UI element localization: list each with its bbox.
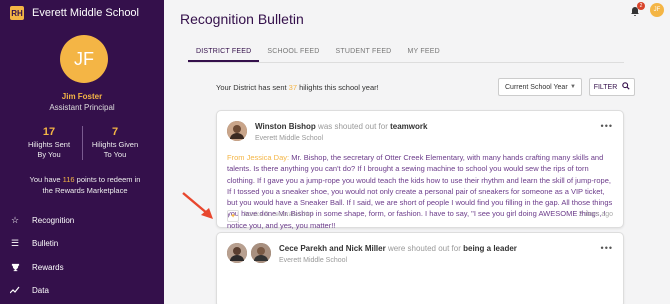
- header-avatar[interactable]: JF: [650, 3, 664, 17]
- sidebar: RH Everett Middle School JF Jim Foster A…: [0, 0, 164, 304]
- select-value: Current School Year: [505, 83, 568, 91]
- brand[interactable]: RH Everett Middle School: [0, 0, 164, 26]
- post-card: Cece Parekh and Nick Miller were shouted…: [216, 232, 624, 304]
- more-options-icon[interactable]: •••: [601, 243, 613, 253]
- post-author: From Jessica Day:: [227, 153, 290, 162]
- post-body: From Jessica Day: Mr. Bishop, the secret…: [227, 153, 613, 230]
- profile-avatar[interactable]: JF: [60, 35, 108, 83]
- nav-item-rewards[interactable]: Rewards: [0, 257, 164, 277]
- avatar[interactable]: [251, 243, 271, 263]
- nav-label: Data: [32, 285, 49, 295]
- celebration-note: Jessica D. celebrated this!: [243, 212, 314, 218]
- trend-icon: [10, 285, 20, 295]
- avatar[interactable]: [227, 121, 247, 141]
- avatar[interactable]: [227, 243, 247, 263]
- search-icon: [622, 82, 630, 92]
- school-year-select[interactable]: Current School Year ▼: [498, 78, 582, 96]
- stat-value: 17: [42, 126, 56, 138]
- recognition-category: being a leader: [463, 244, 517, 253]
- nav-label: Bulletin: [32, 238, 59, 248]
- recipient-name[interactable]: Winston Bishop: [255, 122, 316, 131]
- list-icon: ☰: [10, 237, 20, 248]
- tabs-divider: [188, 62, 624, 63]
- notification-badge: 2: [637, 2, 645, 10]
- nav-item-recognition[interactable]: ☆ Recognition: [0, 210, 164, 230]
- post-school: Everett Middle School: [279, 257, 348, 264]
- tab-my-feed[interactable]: MY FEED: [399, 42, 447, 62]
- points-message: You have 116 points to redeem in the Rew…: [29, 175, 141, 195]
- stat-label: Hilights Sent By You: [27, 140, 71, 159]
- nav-label: Recognition: [32, 215, 75, 225]
- points-value: 116: [62, 175, 75, 184]
- recipient-name[interactable]: Cece Parekh and Nick Miller: [279, 244, 386, 253]
- post-card: Winston Bishop was shouted out for teamw…: [216, 110, 624, 230]
- stat-label: Hilights Given To You: [91, 140, 139, 159]
- feed-tabs: DISTRICT FEED SCHOOL FEED STUDENT FEED M…: [188, 42, 448, 62]
- post-school: Everett Middle School: [255, 135, 324, 142]
- post-headline: Winston Bishop was shouted out for teamw…: [255, 122, 428, 131]
- star-icon: ☆: [10, 214, 20, 225]
- filter-button[interactable]: FILTER: [589, 78, 635, 96]
- user-role: Assistant Principal: [49, 103, 115, 112]
- recognition-category: teamwork: [390, 122, 428, 131]
- stat-value: 7: [111, 126, 119, 138]
- tab-student-feed[interactable]: STUDENT FEED: [328, 42, 400, 62]
- brand-logo: RH: [10, 6, 24, 20]
- annotation-arrow-icon: [182, 192, 213, 219]
- user-name: Jim Foster: [61, 92, 103, 101]
- stat-hilights-sent: 17 Hilights Sent By You: [14, 126, 84, 160]
- tab-district-feed[interactable]: DISTRICT FEED: [188, 42, 260, 62]
- caret-down-icon: ▼: [570, 84, 576, 90]
- nav-label: Rewards: [32, 262, 64, 272]
- hilight-count: 37: [288, 83, 298, 92]
- school-name: Everett Middle School: [32, 7, 139, 19]
- nav-item-data[interactable]: Data: [0, 280, 164, 300]
- district-summary: Your District has sent 37 hilights this …: [216, 83, 379, 92]
- main-content: Recognition Bulletin 2 JF DISTRICT FEED …: [164, 0, 670, 304]
- celebrate-button[interactable]: ✦: [227, 210, 239, 222]
- post-timestamp: 2 days ago: [578, 211, 613, 218]
- more-options-icon[interactable]: •••: [601, 121, 613, 131]
- trophy-icon: [10, 262, 20, 272]
- stat-hilights-given: 7 Hilights Given To You: [80, 126, 150, 160]
- page-title: Recognition Bulletin: [180, 11, 304, 27]
- nav-item-bulletin[interactable]: ☰ Bulletin: [0, 233, 164, 253]
- post-headline: Cece Parekh and Nick Miller were shouted…: [279, 244, 517, 253]
- tab-school-feed[interactable]: SCHOOL FEED: [259, 42, 327, 62]
